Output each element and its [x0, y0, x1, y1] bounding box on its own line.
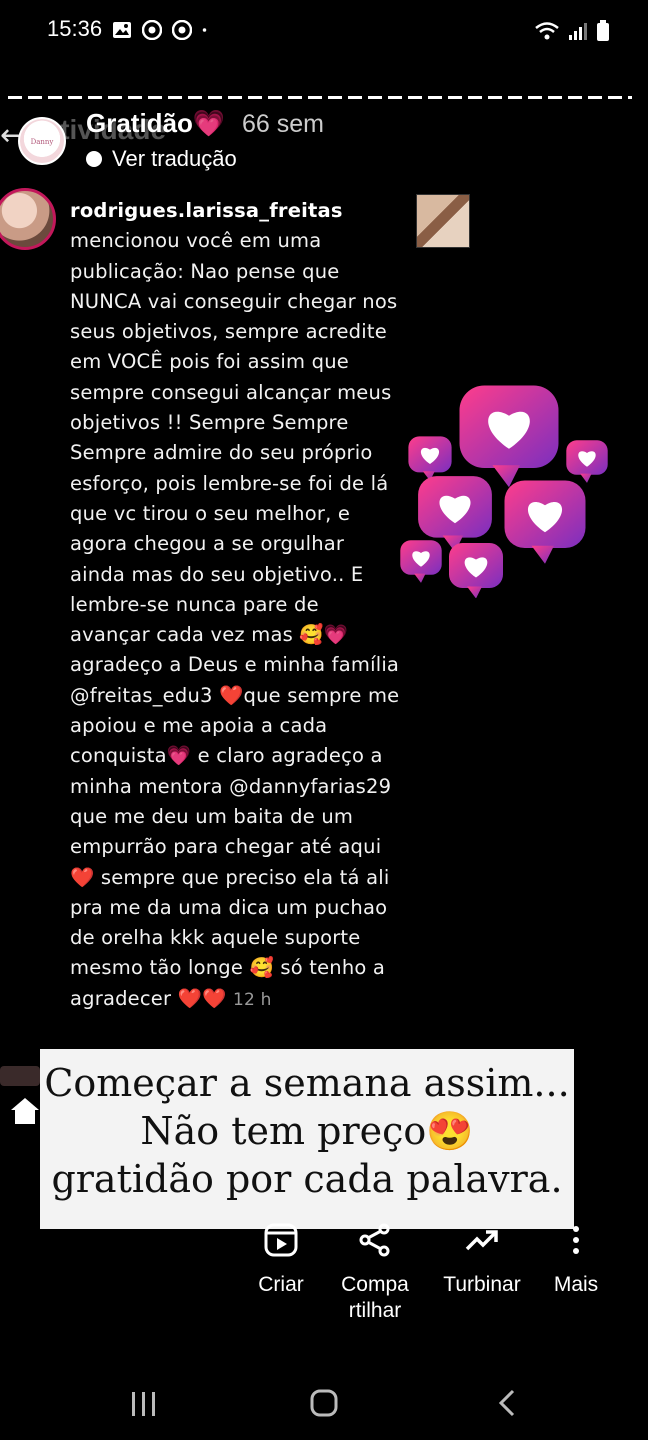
- notification-message: mencionou você em uma publicação: Nao pe…: [70, 229, 400, 1010]
- more-button[interactable]: Mais: [526, 1220, 626, 1298]
- translate-label: Ver tradução: [112, 146, 237, 171]
- signal-icon: [569, 23, 587, 40]
- caption-line-2: Não tem preço😍: [140, 1109, 474, 1153]
- notification-username[interactable]: rodrigues.larissa_freitas: [70, 199, 343, 222]
- svg-text:Danny: Danny: [31, 138, 54, 146]
- trending-icon: [465, 1230, 498, 1251]
- share-label: Compa rtilhar: [341, 1273, 409, 1322]
- status-notification-icons: [112, 20, 212, 40]
- share-icon: [359, 1223, 390, 1257]
- create-label: Criar: [258, 1273, 304, 1296]
- notification-time: 12 h: [232, 989, 272, 1010]
- recents-icon[interactable]: [124, 1386, 164, 1422]
- hearts-bubbles-sticker: [400, 385, 608, 598]
- status-time: 15:36: [47, 16, 103, 41]
- boost-label: Turbinar: [443, 1273, 521, 1296]
- system-nav-bar: [0, 1372, 648, 1440]
- reel-icon: [264, 1223, 298, 1257]
- more-vertical-icon: [573, 1226, 579, 1254]
- chrome-icon: [172, 20, 192, 40]
- post-thumbnail[interactable]: [416, 194, 470, 248]
- back-icon[interactable]: [488, 1386, 528, 1422]
- more-label: Mais: [553, 1273, 599, 1296]
- image-icon: [113, 22, 131, 38]
- left-edge-chip: [0, 1066, 40, 1086]
- boost-button[interactable]: Turbinar: [432, 1220, 532, 1298]
- home-circle-icon[interactable]: [304, 1386, 344, 1422]
- translate-icon: [86, 151, 102, 167]
- battery-icon: [597, 20, 609, 41]
- story-avatar[interactable]: Danny: [18, 117, 66, 165]
- translate-button[interactable]: Ver tradução: [86, 146, 237, 172]
- notification-text: rodrigues.larissa_freitas mencionou você…: [70, 196, 400, 1015]
- share-button[interactable]: Compa rtilhar: [325, 1220, 425, 1324]
- status-system-icons: [534, 20, 610, 42]
- wifi-icon: [535, 22, 559, 40]
- chrome-icon: [142, 20, 162, 40]
- story-progress-bar: [8, 96, 632, 99]
- story-title: Gratidão💗: [86, 108, 226, 138]
- avatar-logo-icon: Danny: [31, 138, 54, 146]
- user-avatar[interactable]: [0, 188, 56, 250]
- home-icon[interactable]: [8, 1094, 42, 1128]
- status-bar: 15:36: [0, 0, 648, 64]
- story-actions-bar: Criar Compa rtilhar Turbinar Mais: [0, 1220, 648, 1340]
- caption-line-1: Começar a semana assim...: [44, 1061, 570, 1105]
- caption-line-3: gratidão por cada palavra.: [51, 1157, 563, 1201]
- caption-sticker: Começar a semana assim... Não tem preço😍…: [40, 1049, 574, 1229]
- story-time: 66 sem: [242, 110, 324, 138]
- dot-icon: [202, 28, 207, 32]
- create-button[interactable]: Criar: [231, 1220, 331, 1298]
